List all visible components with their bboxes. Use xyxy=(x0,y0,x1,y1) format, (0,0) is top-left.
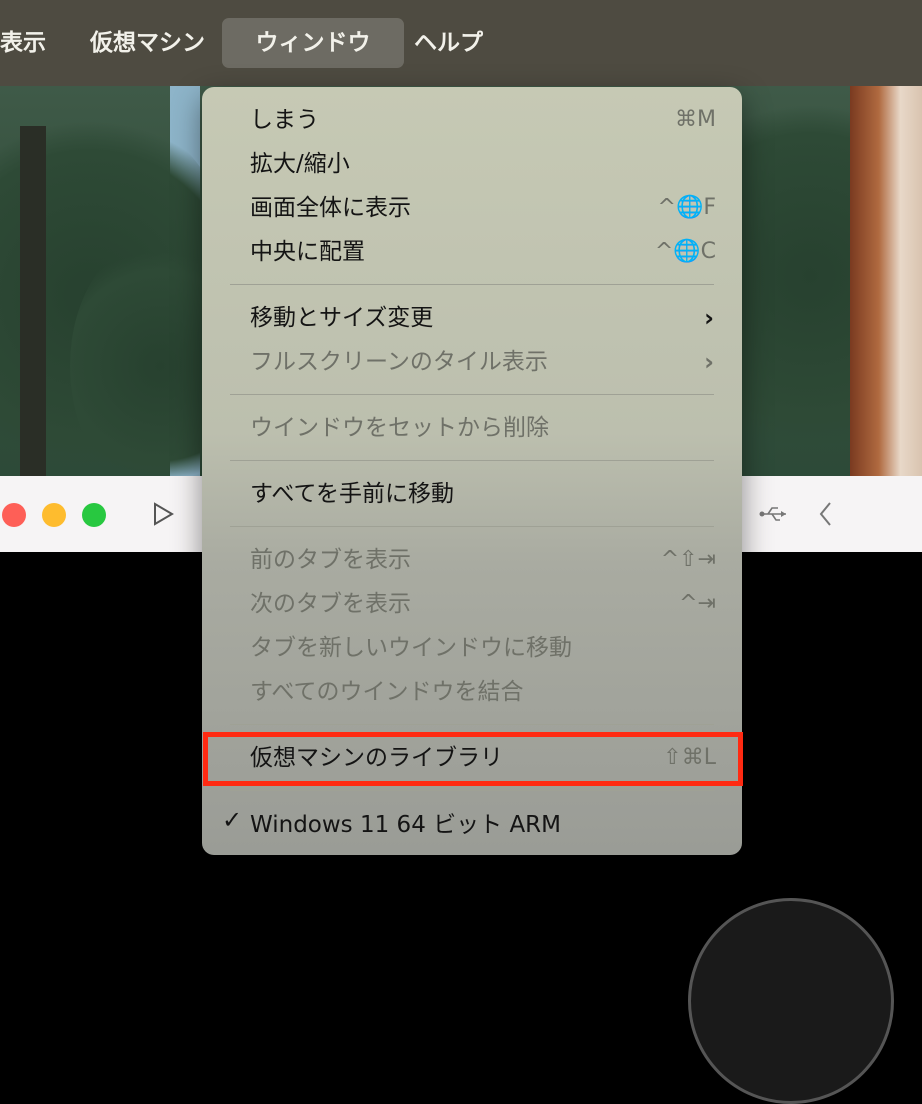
menu-item-label: タブを新しいウインドウに移動 xyxy=(250,635,572,661)
menu-item-remove-from-set: ウインドウをセットから削除 xyxy=(250,408,716,448)
menu-window[interactable]: ウィンドウ xyxy=(222,18,404,68)
chevron-left-icon[interactable] xyxy=(818,500,834,532)
menu-item-move-tab-to-new-window: タブを新しいウインドウに移動 xyxy=(250,628,716,668)
menu-item-fullscreen-tile: フルスクリーンのタイル表示 › xyxy=(250,342,716,382)
menu-help[interactable]: ヘルプ xyxy=(414,18,483,68)
menu-item-label: ウインドウをセットから削除 xyxy=(250,415,549,441)
shortcut-label: ^⇧⇥ xyxy=(660,547,716,572)
menu-item-label: Windows 11 64 ビット ARM xyxy=(250,812,562,838)
menu-item-zoom[interactable]: 拡大/縮小 xyxy=(250,144,716,184)
shortcut-label: ^⇥ xyxy=(679,591,716,616)
menu-item-label: 前のタブを表示 xyxy=(250,547,411,573)
menu-virtual-machine[interactable]: 仮想マシン xyxy=(90,18,205,68)
menu-item-previous-tab: 前のタブを表示 ^⇧⇥ xyxy=(250,540,716,580)
usb-icon[interactable] xyxy=(758,504,788,528)
menu-item-fill-screen[interactable]: 画面全体に表示 ^🌐F xyxy=(250,188,716,228)
close-button[interactable] xyxy=(2,503,26,527)
menu-item-label: すべてのウインドウを結合 xyxy=(250,679,524,705)
menu-item-center[interactable]: 中央に配置 ^🌐C xyxy=(250,232,716,272)
zoom-button[interactable] xyxy=(82,503,106,527)
menu-item-minimize[interactable]: しまう ⌘M xyxy=(250,100,716,140)
menu-item-label: 画面全体に表示 xyxy=(250,195,411,221)
menu-item-label: 次のタブを表示 xyxy=(250,591,411,617)
menu-item-move-resize[interactable]: 移動とサイズ変更 › xyxy=(250,298,716,338)
menu-item-bring-all-to-front[interactable]: すべてを手前に移動 xyxy=(250,474,716,514)
decorative-circle xyxy=(688,898,894,1104)
minimize-button[interactable] xyxy=(42,503,66,527)
menu-bar: 表示 仮想マシン ウィンドウ ヘルプ xyxy=(0,0,922,86)
menu-item-merge-all-windows: すべてのウインドウを結合 xyxy=(250,672,716,712)
chevron-right-icon: › xyxy=(704,304,714,332)
play-icon[interactable] xyxy=(152,502,174,530)
menu-separator xyxy=(230,284,714,285)
shortcut-label: ^🌐C xyxy=(654,239,716,264)
menu-separator xyxy=(230,724,714,725)
menu-item-windows-11-vm[interactable]: Windows 11 64 ビット ARM xyxy=(250,805,716,845)
menu-separator xyxy=(230,460,714,461)
highlight-box xyxy=(203,732,743,786)
menu-view[interactable]: 表示 xyxy=(0,18,46,68)
menu-item-label: すべてを手前に移動 xyxy=(250,481,455,507)
shortcut-label: ⌘M xyxy=(675,107,716,132)
shortcut-label: ^🌐F xyxy=(657,195,716,220)
menu-item-label: 移動とサイズ変更 xyxy=(250,305,434,331)
menu-separator xyxy=(230,526,714,527)
menu-item-next-tab: 次のタブを表示 ^⇥ xyxy=(250,584,716,624)
menu-separator xyxy=(230,394,714,395)
menu-item-label: フルスクリーンのタイル表示 xyxy=(250,349,548,375)
chevron-right-icon: › xyxy=(704,348,714,376)
menu-item-label: しまう xyxy=(250,107,319,133)
menu-item-label: 中央に配置 xyxy=(250,239,365,265)
menu-item-label: 拡大/縮小 xyxy=(250,151,350,177)
checkmark-icon: ✓ xyxy=(222,806,243,834)
menu-separator xyxy=(230,790,714,791)
